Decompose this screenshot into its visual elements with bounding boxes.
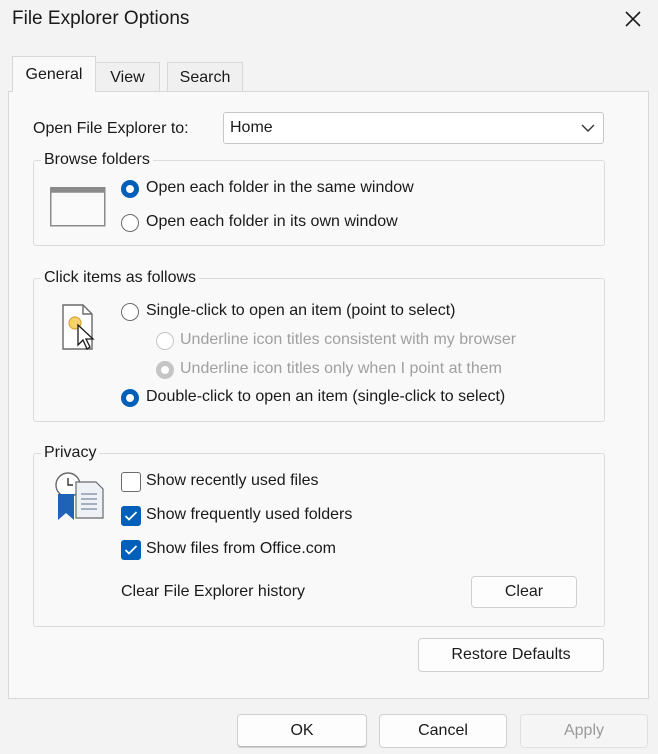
show-frequent-label[interactable]: Show frequently used folders [146,506,352,524]
same-window-radio[interactable] [121,180,139,198]
open-to-dropdown[interactable]: Home [223,112,604,144]
window-icon [50,187,106,227]
show-office-label[interactable]: Show files from Office.com [146,540,336,558]
show-recent-checkbox[interactable] [121,472,141,492]
single-click-radio[interactable] [121,303,139,321]
same-window-label[interactable]: Open each folder in the same window [146,179,414,197]
double-click-radio[interactable] [121,389,139,407]
own-window-radio[interactable] [121,214,139,232]
window-title: File Explorer Options [12,8,190,29]
show-recent-label[interactable]: Show recently used files [146,472,319,490]
cancel-button[interactable]: Cancel [379,714,507,748]
show-office-checkbox[interactable] [121,540,141,560]
underline-point-label[interactable]: Underline icon titles only when I point … [180,360,502,378]
close-icon [625,11,641,27]
apply-button[interactable]: Apply [520,714,648,748]
ok-button[interactable]: OK [237,714,367,748]
checkmark-icon [124,511,138,521]
recent-files-icon [55,472,104,520]
open-to-value: Home [230,119,273,136]
single-click-label[interactable]: Single-click to open an item (point to s… [146,302,455,320]
open-to-label: Open File Explorer to: [33,120,189,137]
tab-view[interactable]: View [95,62,160,92]
browse-folders-group [33,160,605,246]
underline-browser-radio[interactable] [156,332,174,350]
checkmark-icon [124,545,138,555]
pointer-file-icon [62,304,95,350]
tab-search-label: Search [179,68,231,86]
click-items-title: Click items as follows [41,269,200,287]
underline-browser-label[interactable]: Underline icon titles consistent with my… [180,331,516,349]
underline-point-radio[interactable] [156,361,174,379]
clear-button[interactable]: Clear [471,576,577,608]
clear-history-label: Clear File Explorer history [121,583,306,600]
tab-search[interactable]: Search [167,62,243,92]
privacy-title: Privacy [41,444,100,462]
close-button[interactable] [618,4,648,34]
tab-general[interactable]: General [12,56,96,92]
tab-general-label: General [25,65,83,83]
show-frequent-checkbox[interactable] [121,506,141,526]
tab-view-label: View [110,68,145,86]
browse-folders-title: Browse folders [41,151,153,169]
chevron-down-icon [581,124,595,132]
own-window-label[interactable]: Open each folder in its own window [146,213,398,231]
double-click-label[interactable]: Double-click to open an item (single-cli… [146,388,505,406]
restore-defaults-button[interactable]: Restore Defaults [418,638,604,672]
